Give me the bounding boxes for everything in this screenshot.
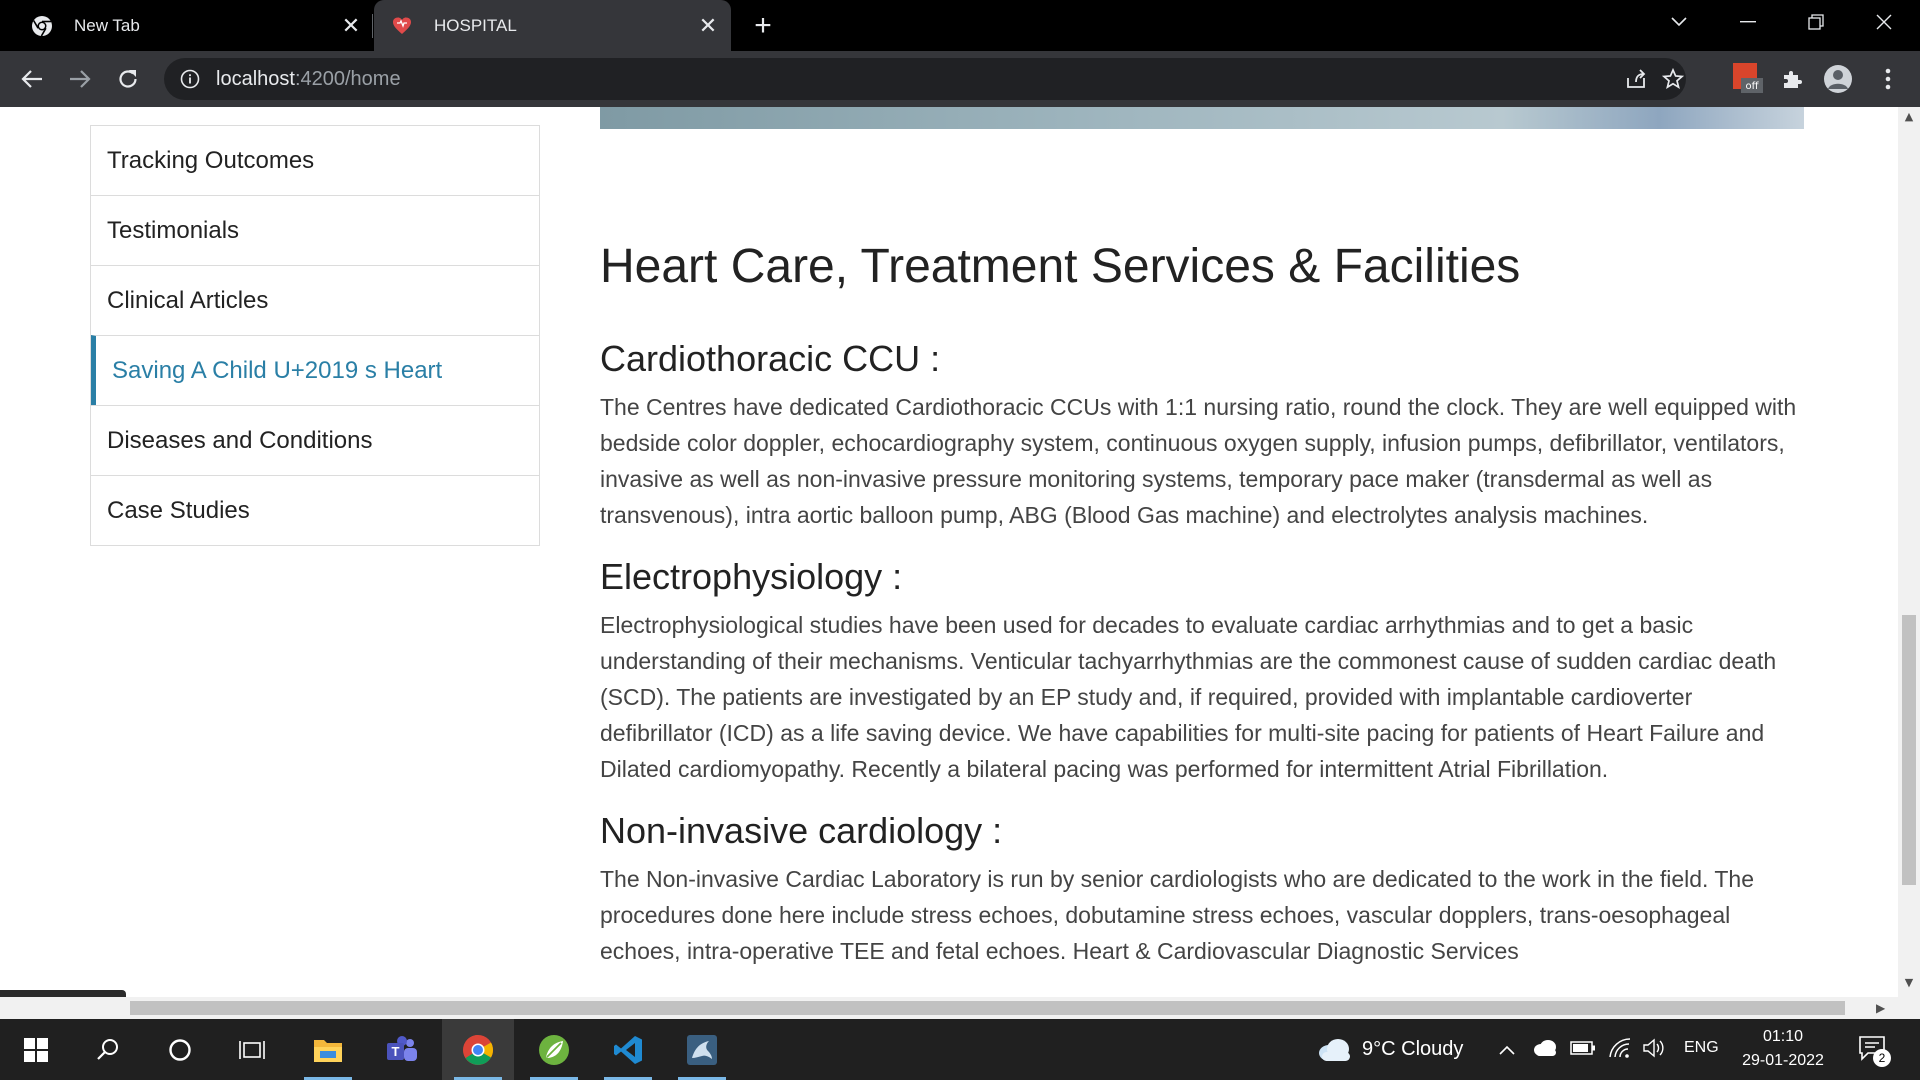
cloud-icon bbox=[1319, 1038, 1350, 1061]
pdf-extension-icon[interactable]: off bbox=[1730, 61, 1766, 97]
sidebar-item-label: Diseases and Conditions bbox=[107, 426, 373, 454]
battery-icon[interactable] bbox=[1570, 1040, 1596, 1060]
sidebar-item-clinical-articles[interactable]: Clinical Articles bbox=[91, 265, 539, 335]
back-arrow-icon[interactable] bbox=[16, 63, 48, 95]
input-language-indicator[interactable]: ENG bbox=[1684, 1039, 1719, 1057]
section-heading: Electrophysiology : bbox=[600, 556, 903, 597]
restore-icon[interactable] bbox=[1788, 0, 1844, 44]
weather-text: 9°C Cloudy bbox=[1362, 1038, 1464, 1060]
menu-kebab-icon[interactable] bbox=[1872, 63, 1904, 95]
sidebar-item-saving-a-child-heart[interactable]: Saving A Child U+2019 s Heart bbox=[91, 335, 539, 405]
section-non-invasive-cardiology: Non-invasive cardiology : The Non-invasi… bbox=[600, 809, 1810, 969]
chrome-icon bbox=[30, 14, 54, 38]
teams-icon[interactable]: T bbox=[366, 1019, 438, 1080]
browser-toolbar: localhost:4200/home off bbox=[0, 51, 1920, 107]
browser-tab-strip: New Tab ✕ HOSPITAL ✕ + bbox=[0, 0, 1920, 51]
spring-tool-icon[interactable] bbox=[518, 1019, 590, 1080]
show-hidden-icons-chevron-icon[interactable] bbox=[1498, 1041, 1516, 1060]
page-title: Heart Care, Treatment Services & Facilit… bbox=[600, 240, 1521, 293]
mysql-workbench-icon[interactable] bbox=[666, 1019, 738, 1080]
clock-date: 29-01-2022 bbox=[1742, 1052, 1824, 1069]
section-electrophysiology: Electrophysiology : Electrophysiological… bbox=[600, 555, 1810, 787]
sidebar-item-label: Testimonials bbox=[107, 216, 240, 244]
banner-image bbox=[600, 107, 1804, 129]
sidebar-item-label: Case Studies bbox=[107, 496, 250, 524]
horizontal-scroll-thumb[interactable] bbox=[130, 1001, 1845, 1015]
minimize-icon[interactable] bbox=[1720, 0, 1776, 44]
scroll-up-arrow-icon[interactable]: ▲ bbox=[1903, 111, 1915, 123]
windows-start-icon[interactable] bbox=[0, 1019, 72, 1080]
url-text[interactable]: localhost:4200/home bbox=[216, 68, 401, 91]
tab-title: HOSPITAL bbox=[434, 15, 517, 35]
forward-arrow-icon[interactable] bbox=[64, 63, 96, 95]
sidebar-nav: Tracking Outcomes Testimonials Clinical … bbox=[90, 125, 540, 546]
svg-text:T: T bbox=[392, 1044, 400, 1059]
vscode-icon[interactable] bbox=[592, 1019, 664, 1080]
url-path: :4200/home bbox=[294, 67, 401, 90]
sidebar-item-case-studies[interactable]: Case Studies bbox=[91, 475, 539, 545]
section-body: The Non-invasive Cardiac Laboratory is r… bbox=[600, 866, 1755, 964]
tab-hospital[interactable]: HOSPITAL ✕ bbox=[374, 0, 731, 51]
task-view-icon[interactable] bbox=[216, 1019, 288, 1080]
site-info-icon[interactable] bbox=[178, 67, 202, 91]
section-heading: Cardiothoracic CCU : bbox=[600, 338, 941, 379]
notification-count-badge: 2 bbox=[1873, 1049, 1891, 1067]
vertical-scroll-thumb[interactable] bbox=[1902, 615, 1916, 885]
wifi-icon[interactable] bbox=[1608, 1037, 1632, 1063]
file-explorer-icon[interactable] bbox=[292, 1019, 364, 1080]
scroll-down-arrow-icon[interactable]: ▼ bbox=[1903, 977, 1915, 989]
close-tab-icon[interactable]: ✕ bbox=[336, 11, 366, 41]
address-bar[interactable]: localhost:4200/home bbox=[164, 58, 1686, 100]
sidebar-item-label: Saving A Child U+2019 s Heart bbox=[112, 356, 443, 384]
notification-center-icon[interactable]: 2 bbox=[1858, 1035, 1894, 1067]
url-host: localhost bbox=[216, 67, 295, 90]
section-heading: Non-invasive cardiology : bbox=[600, 810, 1003, 851]
section-body: The Centres have dedicated Cardiothoraci… bbox=[600, 394, 1797, 528]
reload-icon[interactable] bbox=[112, 63, 144, 95]
heart-favicon-icon bbox=[390, 14, 414, 38]
section-cardiothoracic-ccu: Cardiothoracic CCU : The Centres have de… bbox=[600, 337, 1810, 533]
horizontal-scrollbar[interactable]: ▶ bbox=[0, 997, 1898, 1019]
new-tab-button[interactable]: + bbox=[745, 8, 781, 44]
sidebar-item-label: Tracking Outcomes bbox=[107, 146, 315, 174]
weather-widget[interactable]: 9°C Cloudy bbox=[1316, 1019, 1478, 1080]
main-content: Heart Care, Treatment Services & Facilit… bbox=[600, 237, 1810, 991]
clock-time: 01:10 bbox=[1762, 1028, 1804, 1045]
search-icon[interactable] bbox=[72, 1019, 144, 1080]
extensions-puzzle-icon[interactable] bbox=[1776, 63, 1808, 95]
sidebar-item-diseases-and-conditions[interactable]: Diseases and Conditions bbox=[91, 405, 539, 475]
page-viewport: Tracking Outcomes Testimonials Clinical … bbox=[0, 107, 1898, 997]
windows-taskbar: T 9°C Cloudy ENG 01:10 29-01-2022 2 bbox=[0, 1019, 1920, 1080]
sidebar-item-label: Clinical Articles bbox=[107, 286, 269, 314]
bookmark-star-icon[interactable] bbox=[1661, 67, 1685, 91]
cortana-circle-icon[interactable] bbox=[144, 1019, 216, 1080]
volume-icon[interactable] bbox=[1642, 1037, 1668, 1063]
clock[interactable]: 01:10 29-01-2022 bbox=[1730, 1025, 1836, 1073]
sidebar-item-tracking-outcomes[interactable]: Tracking Outcomes bbox=[91, 125, 539, 195]
close-tab-icon[interactable]: ✕ bbox=[693, 11, 723, 41]
tab-search-chevron-icon[interactable] bbox=[1651, 0, 1707, 44]
chrome-taskbar-icon[interactable] bbox=[442, 1019, 514, 1080]
section-body: Electrophysiological studies have been u… bbox=[600, 612, 1777, 782]
window-close-icon[interactable] bbox=[1856, 0, 1912, 44]
tab-separator bbox=[372, 14, 373, 38]
svg-text:off: off bbox=[1745, 81, 1759, 92]
scroll-right-arrow-icon[interactable]: ▶ bbox=[1876, 1001, 1885, 1015]
vertical-scrollbar[interactable]: ▲ ▼ bbox=[1898, 107, 1920, 1019]
tab-title: New Tab bbox=[74, 15, 140, 35]
sidebar-item-testimonials[interactable]: Testimonials bbox=[91, 195, 539, 265]
onedrive-cloud-icon[interactable] bbox=[1532, 1039, 1558, 1061]
profile-avatar[interactable] bbox=[1822, 63, 1854, 95]
share-icon[interactable] bbox=[1624, 67, 1648, 91]
tab-new-tab[interactable]: New Tab ✕ bbox=[0, 0, 374, 51]
